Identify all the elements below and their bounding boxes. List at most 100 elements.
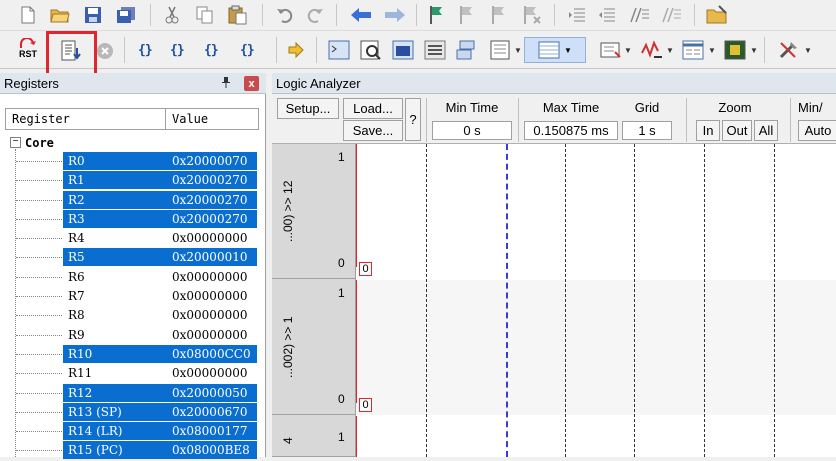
register-row[interactable]: R8 0x00000000 bbox=[0, 306, 266, 325]
register-value[interactable]: 0x20000670 bbox=[172, 405, 247, 419]
register-row[interactable]: R1 0x20000270 bbox=[0, 171, 266, 190]
register-row[interactable]: R0 0x20000070 bbox=[0, 152, 266, 171]
register-cell[interactable]: R7 0x00000000 bbox=[63, 287, 257, 305]
register-value[interactable]: 0x20000270 bbox=[172, 212, 247, 226]
save-all-icon[interactable] bbox=[116, 6, 136, 24]
redo-icon[interactable] bbox=[306, 6, 324, 24]
find-in-files-icon[interactable] bbox=[706, 5, 728, 25]
auto-button[interactable]: Auto bbox=[798, 120, 836, 141]
register-value[interactable]: 0x08000177 bbox=[172, 424, 247, 438]
chevron-down-icon[interactable]: ▼ bbox=[514, 46, 522, 55]
register-cell[interactable]: R3 0x20000270 bbox=[63, 209, 257, 228]
back-arrow-icon[interactable] bbox=[350, 7, 372, 23]
signal-label[interactable]: ...00) >> 12 1 0 bbox=[272, 144, 356, 279]
register-row[interactable]: R11 0x00000000 bbox=[0, 364, 266, 383]
register-row[interactable]: R4 0x00000000 bbox=[0, 229, 266, 248]
load-button[interactable]: Load... bbox=[343, 98, 403, 119]
watch-window-icon[interactable] bbox=[490, 40, 512, 60]
step-into-button[interactable]: {} bbox=[138, 41, 153, 59]
waveform-area[interactable]: 00 bbox=[356, 144, 836, 457]
zoom-out-button[interactable]: Out bbox=[722, 120, 752, 141]
run-to-cursor-button[interactable]: {} bbox=[240, 41, 255, 59]
register-cell[interactable]: R6 0x00000000 bbox=[63, 268, 257, 286]
open-folder-icon[interactable] bbox=[50, 6, 70, 24]
register-cell[interactable]: R0 0x20000070 bbox=[63, 152, 257, 170]
memory-window-button[interactable]: ▼ bbox=[524, 37, 586, 63]
register-row[interactable]: R9 0x00000000 bbox=[0, 326, 266, 345]
register-value[interactable]: 0x00000000 bbox=[172, 289, 247, 303]
registers-window-icon[interactable] bbox=[424, 40, 446, 60]
zoom-in-button[interactable]: In bbox=[696, 120, 720, 141]
register-row[interactable]: R12 0x20000050 bbox=[0, 383, 266, 403]
zoom-all-button[interactable]: All bbox=[754, 120, 778, 141]
show-next-statement-icon[interactable] bbox=[288, 42, 304, 58]
register-cell[interactable]: R5 0x20000010 bbox=[63, 248, 257, 267]
register-row[interactable]: R15 (PC) 0x08000BE8 bbox=[0, 441, 266, 460]
prev-bookmark-icon[interactable] bbox=[458, 5, 476, 25]
register-cell[interactable]: R4 0x00000000 bbox=[63, 229, 257, 247]
toolbox-icon[interactable] bbox=[778, 40, 800, 60]
register-row[interactable]: R5 0x20000010 bbox=[0, 248, 266, 267]
chevron-down-icon[interactable]: ▼ bbox=[750, 46, 758, 55]
close-icon[interactable]: x bbox=[244, 76, 259, 91]
collapse-icon[interactable]: − bbox=[10, 137, 21, 148]
new-file-icon[interactable] bbox=[20, 6, 36, 24]
step-out-button[interactable]: {} bbox=[204, 41, 219, 59]
save-button[interactable]: Save... bbox=[343, 120, 403, 141]
reset-cpu-button[interactable]: RST bbox=[14, 38, 42, 59]
setup-button[interactable]: Setup... bbox=[277, 98, 339, 119]
register-value[interactable]: 0x00000000 bbox=[172, 308, 247, 322]
time-cursor[interactable] bbox=[506, 144, 508, 457]
register-cell[interactable]: R12 0x20000050 bbox=[63, 383, 257, 402]
register-cell[interactable]: R11 0x00000000 bbox=[63, 364, 257, 382]
symbols-window-icon[interactable] bbox=[392, 40, 414, 60]
register-cell[interactable]: R2 0x20000270 bbox=[63, 190, 257, 209]
analysis-window-icon[interactable] bbox=[640, 39, 664, 61]
paste-icon[interactable] bbox=[228, 5, 248, 25]
chevron-down-icon[interactable]: ▼ bbox=[666, 46, 674, 55]
save-icon[interactable] bbox=[84, 6, 102, 24]
forward-arrow-icon[interactable] bbox=[384, 7, 406, 23]
bookmark-flag-icon[interactable] bbox=[428, 5, 444, 25]
register-cell[interactable]: R14 (LR) 0x08000177 bbox=[63, 422, 257, 441]
system-viewer-icon[interactable] bbox=[724, 40, 746, 60]
pin-icon[interactable] bbox=[221, 76, 231, 91]
chevron-down-icon[interactable]: ▼ bbox=[624, 46, 632, 55]
serial-window-icon[interactable] bbox=[600, 40, 622, 60]
next-bookmark-icon[interactable] bbox=[490, 5, 508, 25]
signal-label[interactable]: ...002) >> 1 1 0 bbox=[272, 280, 356, 415]
register-row[interactable]: R3 0x20000270 bbox=[0, 209, 266, 229]
column-value[interactable]: Value bbox=[166, 109, 258, 129]
copy-icon[interactable] bbox=[196, 6, 214, 24]
disassembly-window-icon[interactable] bbox=[360, 40, 382, 60]
chevron-down-icon[interactable]: ▼ bbox=[708, 46, 716, 55]
stop-icon[interactable] bbox=[96, 42, 114, 60]
register-value[interactable]: 0x08000BE8 bbox=[172, 443, 250, 457]
register-row[interactable]: R2 0x20000270 bbox=[0, 190, 266, 210]
register-cell[interactable]: R9 0x00000000 bbox=[63, 326, 257, 344]
register-value[interactable]: 0x08000CC0 bbox=[172, 347, 251, 361]
unindent-icon[interactable] bbox=[598, 6, 616, 24]
step-over-button[interactable]: {} bbox=[170, 41, 185, 59]
register-row[interactable]: R10 0x08000CC0 bbox=[0, 344, 266, 364]
command-window-icon[interactable] bbox=[328, 40, 350, 60]
undo-icon[interactable] bbox=[276, 6, 294, 24]
register-value[interactable]: 0x00000000 bbox=[172, 231, 247, 245]
register-cell[interactable]: R8 0x00000000 bbox=[63, 306, 257, 324]
register-cell[interactable]: R10 0x08000CC0 bbox=[63, 344, 257, 363]
register-value[interactable]: 0x20000070 bbox=[172, 154, 247, 168]
clear-bookmarks-icon[interactable] bbox=[522, 5, 542, 25]
register-value[interactable]: 0x20000010 bbox=[172, 250, 247, 264]
chevron-down-icon[interactable]: ▼ bbox=[804, 46, 812, 55]
call-stack-window-icon[interactable] bbox=[456, 40, 478, 60]
uncomment-icon[interactable] bbox=[660, 6, 682, 24]
indent-icon[interactable] bbox=[568, 6, 586, 24]
trace-window-icon[interactable] bbox=[682, 40, 704, 60]
register-cell[interactable]: R1 0x20000270 bbox=[63, 171, 257, 190]
register-row[interactable]: R7 0x00000000 bbox=[0, 287, 266, 306]
signal-label[interactable]: 41 bbox=[272, 416, 356, 457]
core-group[interactable]: − Core bbox=[10, 134, 54, 151]
register-value[interactable]: 0x00000000 bbox=[172, 270, 247, 284]
register-value[interactable]: 0x00000000 bbox=[172, 328, 247, 342]
register-row[interactable]: R14 (LR) 0x08000177 bbox=[0, 422, 266, 441]
